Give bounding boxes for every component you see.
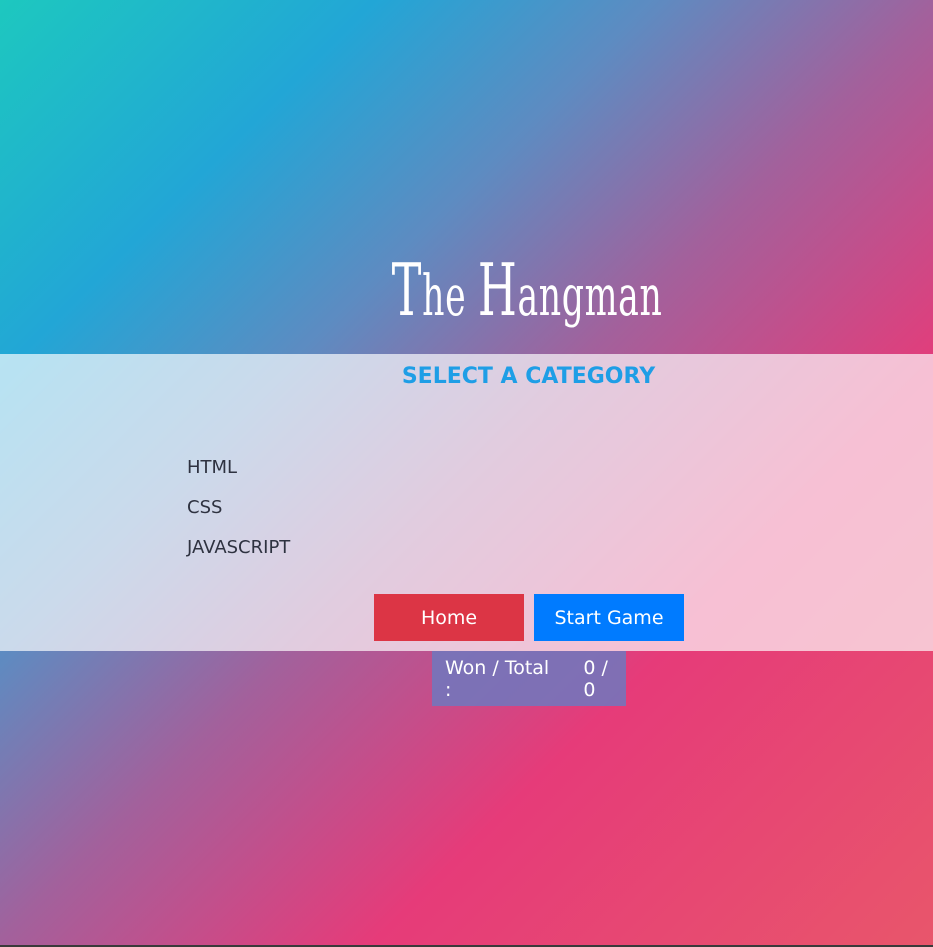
start-game-button[interactable]: Start Game [534, 594, 684, 641]
game-title: The Hangman [201, 240, 779, 347]
score-value: 0 / 0 [583, 656, 608, 701]
home-button[interactable]: Home [374, 594, 524, 641]
title-word-angman: angman [517, 264, 663, 329]
title-word-he: he [422, 264, 478, 329]
score-label: Won / Total : [445, 656, 550, 701]
category-javascript[interactable]: JAVASCRIPT [187, 536, 290, 576]
category-list: HTML CSS JAVASCRIPT [187, 456, 290, 576]
select-category-heading: SELECT A CATEGORY [401, 364, 656, 389]
category-css[interactable]: CSS [187, 496, 290, 536]
title-letter-h: H [477, 248, 518, 332]
title-letter-t: T [391, 248, 423, 332]
score-box: Won / Total : 0 / 0 [432, 651, 626, 706]
category-panel: SELECT A CATEGORY HTML CSS JAVASCRIPT Ho… [0, 354, 933, 651]
category-html[interactable]: HTML [187, 456, 290, 496]
